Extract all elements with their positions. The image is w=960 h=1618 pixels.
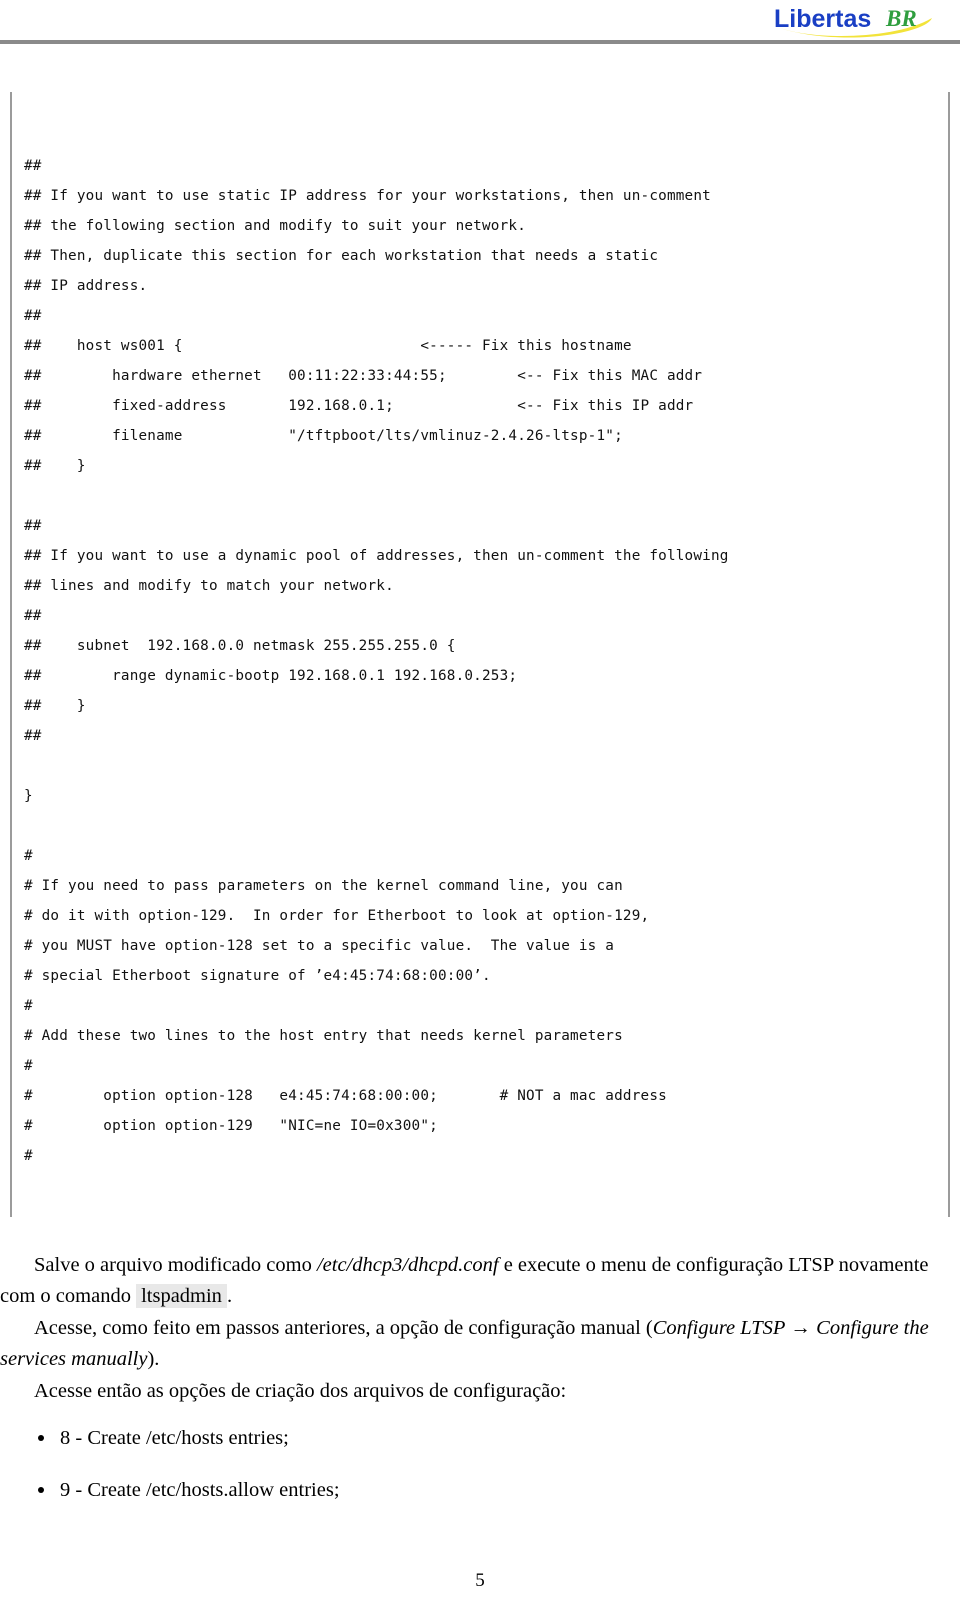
code-line: } (24, 788, 33, 805)
paragraph-manual-config: Acesse, como feito em passos anteriores,… (0, 1313, 960, 1374)
prose-section: Salve o arquivo modificado como /etc/dhc… (0, 1250, 960, 1527)
code-line: ## host ws001 { <----- Fix this hostname (24, 338, 632, 355)
menu-path-configure-ltsp: Configure LTSP (652, 1317, 786, 1339)
code-line: # (24, 1148, 33, 1165)
code-line: ## fixed-address 192.168.0.1; <-- Fix th… (24, 398, 694, 415)
dhcpd-conf-code-block: ## ## If you want to use static IP addres… (24, 151, 940, 1171)
code-line: ## range dynamic-bootp 192.168.0.1 192.1… (24, 668, 518, 685)
code-line: ## (24, 728, 42, 745)
code-line: # Add these two lines to the host entry … (24, 1028, 623, 1045)
code-line: # option option-129 "NIC=ne IO=0x300"; (24, 1118, 438, 1135)
logo-main-text: Libertas (774, 5, 871, 33)
paragraph-1-part-3: . (226, 1284, 233, 1307)
paragraph-2-part-1: Acesse, como feito em passos anteriores,… (34, 1317, 653, 1339)
bullet-dot-icon (38, 1486, 44, 1493)
page-number: 5 (475, 1570, 485, 1591)
code-line: # do it with option-129. In order for Et… (24, 908, 650, 925)
code-line: ## subnet 192.168.0.0 netmask 255.255.25… (24, 638, 456, 655)
code-line: ## filename "/tftpboot/lts/vmlinuz-2.4.2… (24, 428, 623, 445)
paragraph-2-part-2: ). (147, 1347, 160, 1370)
paragraph-1-part-1: Salve o arquivo modificado como (34, 1254, 317, 1276)
list-item: 8 - Create /etc/hosts entries; (0, 1423, 960, 1453)
bullet-dot-icon (38, 1434, 44, 1441)
code-line: ## (24, 308, 42, 325)
list-item-label: 8 - Create /etc/hosts entries; (60, 1426, 289, 1449)
paragraph-access-options: Acesse então as opções de criação dos ar… (34, 1380, 567, 1402)
code-line: # If you need to pass parameters on the … (24, 878, 623, 895)
file-path-dhcpd-conf: /etc/dhcp3/dhcpd.conf (316, 1254, 499, 1276)
code-line: ## the following section and modify to s… (24, 218, 527, 235)
code-line: ## } (24, 698, 86, 715)
menu-path-arrow-icon: → (785, 1317, 817, 1339)
code-line: ## } (24, 458, 86, 475)
code-line: ## lines and modify to match your networ… (24, 578, 394, 595)
code-line: ## If you want to use static IP address … (24, 188, 711, 205)
code-line: # (24, 848, 33, 865)
logo-suffix-text: BR (885, 6, 917, 31)
code-line: ## (24, 158, 42, 175)
code-line: ## IP address. (24, 278, 148, 295)
libertasbr-logo: Libertas BR (774, 2, 944, 38)
code-line: # special Etherboot signature of ’e4:45:… (24, 968, 491, 985)
header-divider-rule (0, 40, 960, 44)
code-line: ## If you want to use a dynamic pool of … (24, 548, 729, 565)
paragraph-save-file: Salve o arquivo modificado como /etc/dhc… (0, 1250, 960, 1311)
code-line: ## (24, 518, 42, 535)
code-line: # you MUST have option-128 set to a spec… (24, 938, 615, 955)
code-line: ## Then, duplicate this section for each… (24, 248, 659, 265)
list-item-label: 9 - Create /etc/hosts.allow entries; (60, 1478, 340, 1501)
code-line: ## (24, 608, 42, 625)
code-line: ## hardware ethernet 00:11:22:33:44:55; … (24, 368, 703, 385)
logo-svg: Libertas BR (774, 5, 932, 38)
code-line: # (24, 998, 33, 1015)
list-item: 9 - Create /etc/hosts.allow entries; (0, 1475, 960, 1505)
code-line: # (24, 1058, 33, 1075)
code-line: # option option-128 e4:45:74:68:00:00; #… (24, 1088, 667, 1105)
command-ltspadmin: ltspadmin (136, 1283, 227, 1308)
page-header: Libertas BR (0, 0, 960, 52)
config-file-options-list: 8 - Create /etc/hosts entries; 9 - Creat… (0, 1423, 960, 1505)
